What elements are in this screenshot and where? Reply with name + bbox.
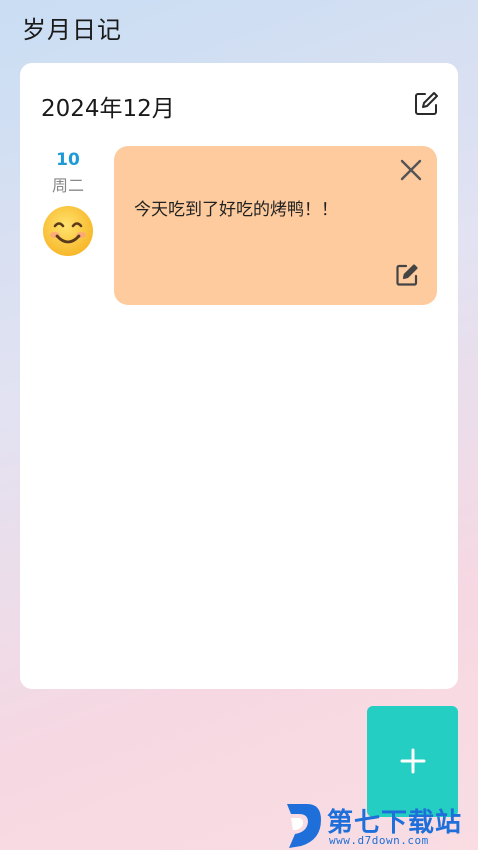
smiling-face-emoji-icon (43, 206, 93, 256)
watermark-url: www.d7down.com (329, 834, 429, 847)
site-logo-icon (287, 804, 321, 848)
diary-entry-card[interactable]: 今天吃到了好吃的烤鸭！！ (114, 146, 437, 305)
app-title: 岁月日记 (22, 16, 122, 44)
month-title: 2024年12月 (41, 96, 175, 122)
plus-icon (400, 748, 426, 774)
site-watermark: 第七下载站 www.d7down.com (283, 800, 478, 850)
diary-entry-text: 今天吃到了好吃的烤鸭！！ (134, 200, 338, 220)
entry-date-column: 10 周二 (36, 147, 100, 257)
edit-square-icon[interactable] (413, 91, 439, 117)
entry-day-number: 10 (56, 150, 80, 170)
edit-icon[interactable] (395, 263, 419, 287)
diary-month-card: 2024年12月 10 周二 今天吃到了好吃的烤鸭！！ (20, 63, 458, 689)
entry-weekday: 周二 (51, 176, 84, 195)
close-icon[interactable] (399, 158, 423, 182)
